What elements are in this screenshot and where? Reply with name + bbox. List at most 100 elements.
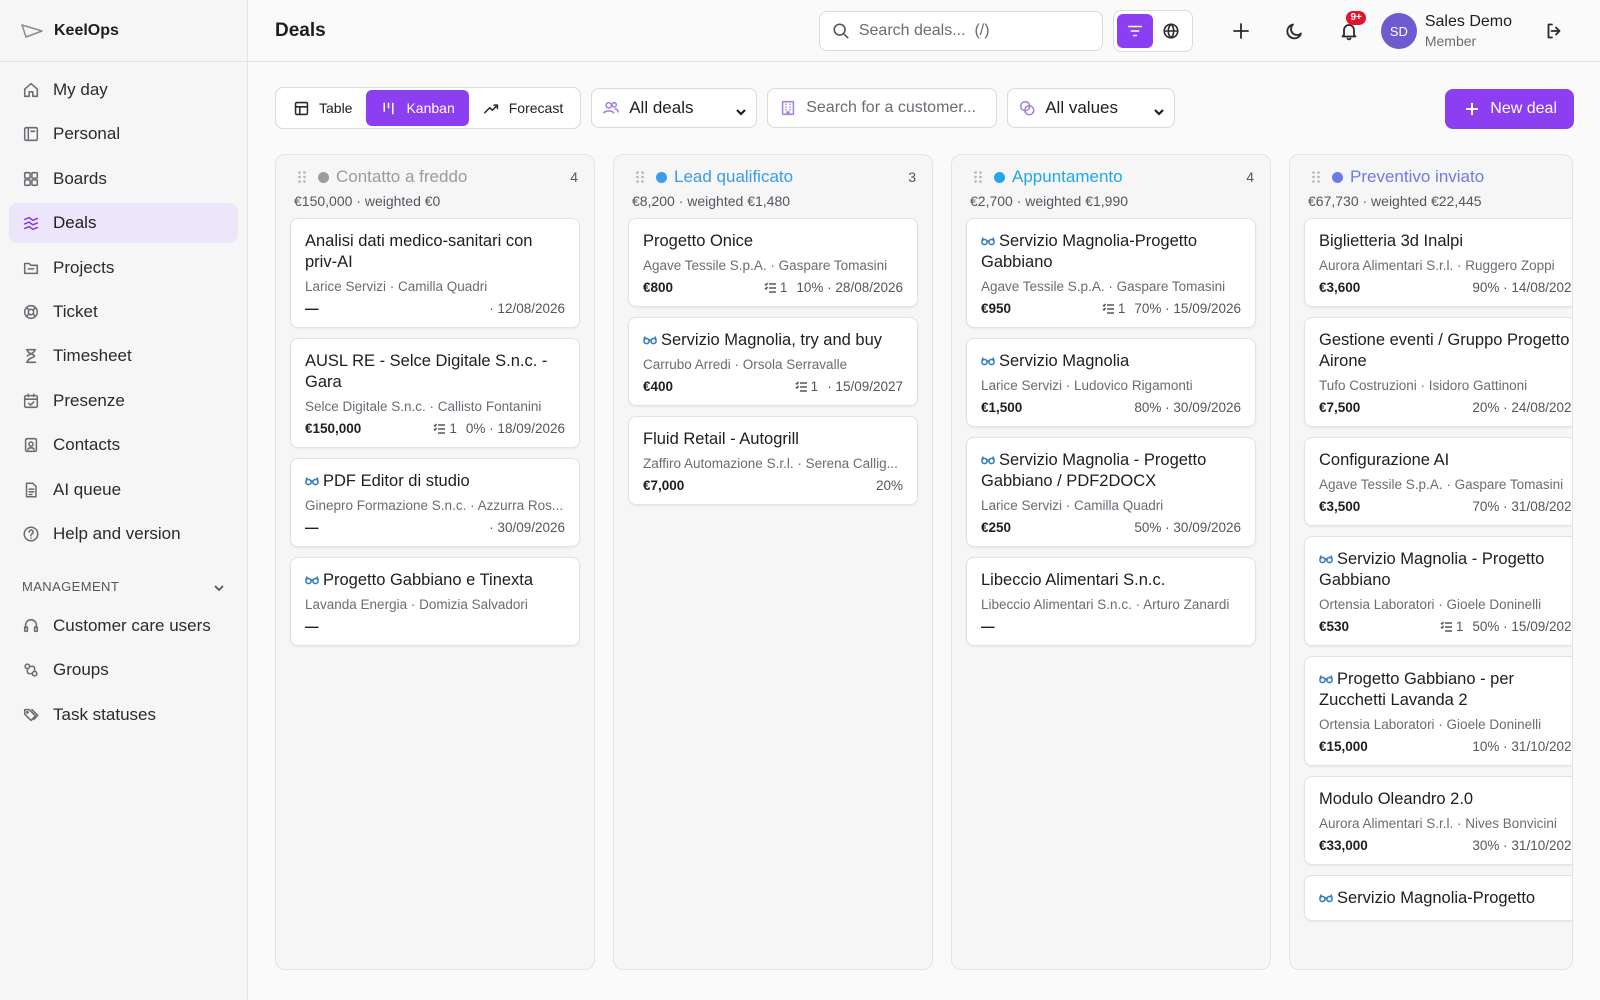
deal-card[interactable]: Progetto Gabbiano e Tinexta Lavanda Energ…: [290, 557, 580, 646]
deal-value: €3,600: [1319, 280, 1361, 295]
deal-card[interactable]: Servizio Magnolia - Progetto Gabbiano / …: [966, 437, 1256, 547]
theme-toggle-button[interactable]: [1275, 11, 1315, 51]
drag-handle-icon[interactable]: [296, 170, 308, 184]
sidebar-item-presenze[interactable]: Presenze: [9, 381, 238, 421]
contact-icon: [22, 436, 40, 454]
deal-meta: · 15/09/2027: [827, 379, 903, 394]
management-section-header[interactable]: MANAGEMENT: [0, 574, 247, 600]
drag-handle-icon[interactable]: [972, 170, 984, 184]
deal-card[interactable]: AUSL RE - Selce Digitale S.n.c. - Gara Se…: [290, 338, 580, 448]
tab-forecast[interactable]: Forecast: [469, 90, 577, 126]
sidebar-item-customer-care-users[interactable]: Customer care users: [9, 606, 238, 646]
deal-title-text: Servizio Magnolia-Progetto Gabbiano: [981, 232, 1198, 271]
sidebar-item-label: Presenze: [53, 390, 125, 410]
deal-title-text: Fluid Retail - Autogrill: [643, 430, 799, 448]
logout-button[interactable]: [1534, 11, 1574, 51]
notifications-button[interactable]: 9+: [1329, 11, 1369, 51]
values-filter-select[interactable]: All values: [1007, 88, 1176, 128]
deals-filter-value: All deals: [629, 98, 694, 117]
column-summary: €67,730 · weighted €22,445: [1308, 193, 1482, 209]
deal-card[interactable]: Servizio Magnolia, try and buy Carrubo Ar…: [628, 317, 918, 406]
glasses-icon: [1319, 669, 1333, 684]
sidebar-item-ticket[interactable]: Ticket: [9, 292, 238, 332]
tab-label: Forecast: [508, 100, 564, 116]
headset-icon: [22, 617, 40, 635]
home-icon: [22, 81, 40, 99]
brand[interactable]: KeelOps: [0, 0, 247, 62]
column-summary: €150,000 · weighted €0: [294, 193, 441, 209]
global-button[interactable]: [1153, 14, 1189, 48]
customer-search[interactable]: [767, 88, 998, 128]
sidebar-item-my-day[interactable]: My day: [9, 70, 238, 110]
deal-title: Libeccio Alimentari S.n.c.: [981, 570, 1241, 591]
chevron-down-icon[interactable]: [213, 581, 225, 593]
deal-card[interactable]: Fluid Retail - Autogrill Zaffiro Automazi…: [628, 416, 918, 505]
deal-title: AUSL RE - Selce Digitale S.n.c. - Gara: [305, 351, 565, 393]
boards-icon: [23, 171, 39, 186]
deals-filter-select[interactable]: All deals: [591, 88, 758, 128]
deal-title-text: Servizio Magnolia - Progetto Gabbiano: [1319, 550, 1545, 589]
drag-handle-icon[interactable]: [634, 170, 646, 184]
sidebar-item-label: Deals: [53, 213, 97, 233]
deal-meta: 50% · 30/09/2026: [1134, 520, 1241, 535]
deal-customer: Larice Servizi · Ludovico Rigamonti: [981, 378, 1193, 393]
column-count: 4: [1246, 169, 1254, 185]
deal-card[interactable]: Analisi dati medico-sanitari con priv-AI…: [290, 218, 580, 328]
tab-kanban[interactable]: Kanban: [366, 90, 469, 126]
sidebar: KeelOps My day Personal Boards Deals Project…: [0, 0, 248, 1000]
deal-card[interactable]: Biglietteria 3d Inalpi Aurora Alimentari …: [1304, 218, 1572, 307]
sidebar-item-boards[interactable]: Boards: [9, 159, 238, 199]
column-title: Lead qualificato: [674, 167, 794, 186]
deal-customer: Larice Servizi · Camilla Quadri: [981, 498, 1164, 513]
deal-card[interactable]: PDF Editor di studio Ginepro Formazione S…: [290, 458, 580, 547]
deal-card[interactable]: Progetto Gabbiano - per Zucchetti Lavand…: [1304, 656, 1572, 766]
deal-card[interactable]: Servizio Magnolia - Progetto Gabbiano Ort…: [1304, 536, 1572, 646]
user-role: Member: [1424, 33, 1477, 49]
tasks-icon: [764, 282, 777, 294]
sidebar-item-ai-queue[interactable]: AI queue: [9, 470, 238, 510]
deal-card[interactable]: Modulo Oleandro 2.0 Aurora Alimentari S.r…: [1304, 776, 1572, 865]
add-button[interactable]: [1221, 11, 1261, 51]
deal-value: €3,500: [1319, 499, 1361, 514]
glasses-icon: [981, 450, 995, 465]
deals-icon: [23, 217, 39, 231]
tasks-icon: [1440, 621, 1453, 633]
sidebar-item-projects[interactable]: Projects: [9, 248, 238, 288]
deal-card[interactable]: Gestione eventi / Gruppo Progetto Airone…: [1304, 317, 1572, 427]
sidebar-item-help-and-version[interactable]: Help and version: [9, 514, 238, 554]
deal-card[interactable]: Servizio Magnolia Larice Servizi · Ludovi…: [966, 338, 1256, 427]
deal-value: €530: [1319, 619, 1350, 634]
customer-search-input[interactable]: [806, 99, 987, 117]
deal-search-input[interactable]: [858, 22, 1079, 40]
deal-card[interactable]: Progetto Onice Agave Tessile S.p.A. · Gas…: [628, 218, 918, 307]
deal-title: Servizio Magnolia-Progetto Gabbiano: [981, 231, 1241, 273]
tab-table[interactable]: Table: [279, 90, 366, 126]
deal-value: —: [981, 619, 995, 634]
contact-icon: [24, 438, 38, 453]
deal-card[interactable]: Servizio Magnolia-Progetto Gabbiano Agave…: [966, 218, 1256, 328]
sidebar-item-timesheet[interactable]: Timesheet: [9, 336, 238, 376]
sidebar-item-task-statuses[interactable]: Task statuses: [9, 695, 238, 735]
sidebar-item-contacts[interactable]: Contacts: [9, 425, 238, 465]
sidebar-item-personal[interactable]: Personal: [9, 114, 238, 154]
new-deal-button[interactable]: New deal: [1445, 89, 1574, 129]
deal-title: Progetto Gabbiano e Tinexta: [305, 570, 565, 591]
logo-icon: [20, 22, 44, 40]
deal-title: Biglietteria 3d Inalpi: [1319, 231, 1572, 252]
deal-title-text: Servizio Magnolia-Progetto: [1337, 889, 1536, 907]
drag-handle-icon[interactable]: [1310, 170, 1322, 184]
user-menu[interactable]: SD Sales Demo Member: [1380, 12, 1512, 50]
deal-card[interactable]: Servizio Magnolia-Progetto: [1304, 875, 1572, 921]
home-icon: [23, 82, 39, 98]
glasses-icon: [1319, 888, 1333, 903]
deal-card[interactable]: Configurazione AI Agave Tessile S.p.A. · …: [1304, 437, 1572, 526]
deal-title: Servizio Magnolia: [981, 351, 1241, 372]
deal-search[interactable]: [818, 11, 1103, 51]
sidebar-item-deals[interactable]: Deals: [9, 203, 238, 244]
sidebar-item-groups[interactable]: Groups: [9, 650, 238, 690]
deal-title-text: Gestione eventi / Gruppo Progetto Airone: [1319, 331, 1570, 370]
column-count: 4: [570, 169, 578, 185]
filter-button[interactable]: [1116, 14, 1153, 48]
deal-card[interactable]: Libeccio Alimentari S.n.c. Libeccio Alime…: [966, 557, 1256, 646]
kanban-column: Contatto a freddo 4 €150,000 · weighted €0…: [275, 154, 595, 970]
